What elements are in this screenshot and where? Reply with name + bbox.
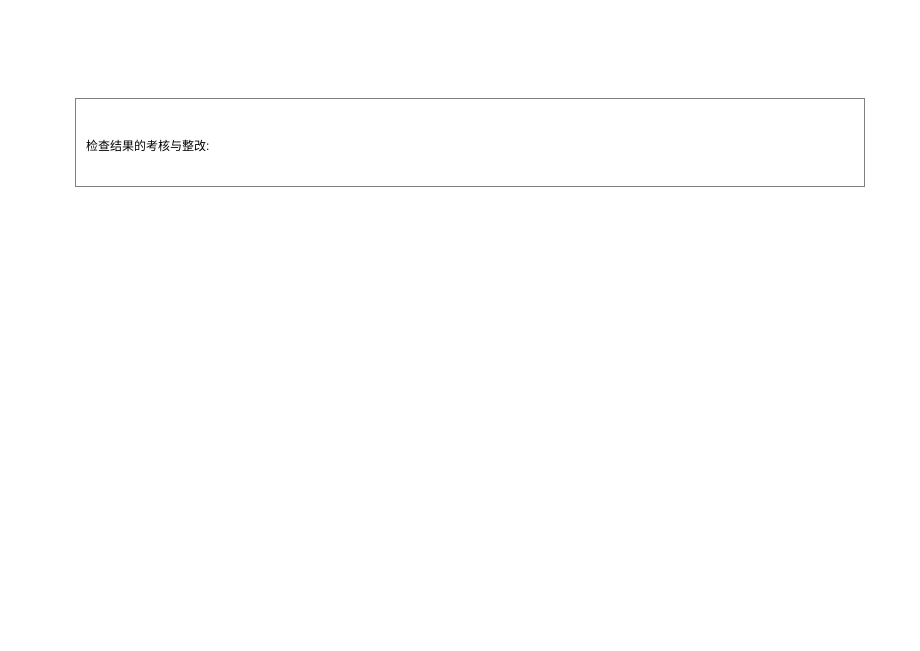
section-label: 检查结果的考核与整改: [86, 137, 854, 155]
form-section-box: 检查结果的考核与整改: [75, 98, 865, 187]
